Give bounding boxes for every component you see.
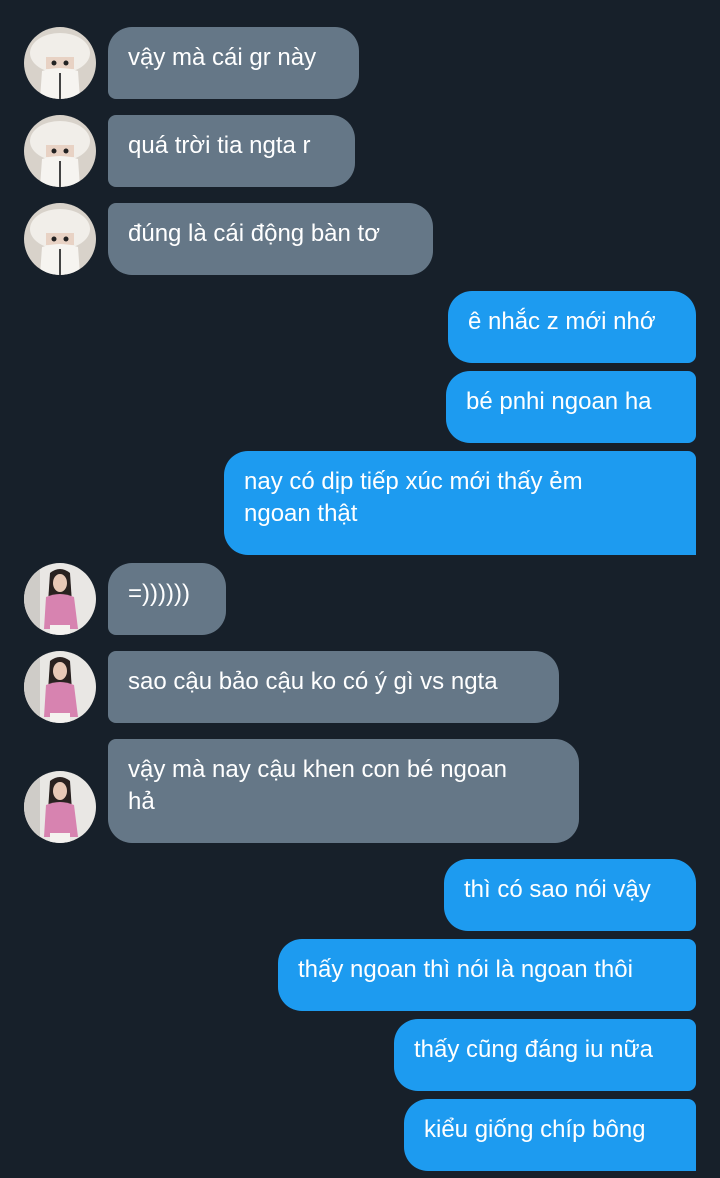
avatar-white-hat[interactable] bbox=[24, 27, 96, 99]
outgoing-message-bubble[interactable]: thấy ngoan thì nói là ngoan thôi bbox=[278, 939, 696, 1011]
pink-outfit-avatar-icon bbox=[24, 563, 96, 635]
avatar-pink-outfit[interactable] bbox=[24, 771, 96, 843]
incoming-message-bubble[interactable]: =)))))) bbox=[108, 563, 226, 635]
outgoing-message-bubble[interactable]: thấy cũng đáng iu nữa bbox=[394, 1019, 696, 1091]
avatar-white-hat[interactable] bbox=[24, 203, 96, 275]
outgoing-message-bubble[interactable]: ê nhắc z mới nhớ bbox=[448, 291, 696, 363]
incoming-message-bubble[interactable]: vậy mà cái gr này bbox=[108, 27, 359, 99]
outgoing-message-bubble[interactable]: nay có dịp tiếp xúc mới thấy ẻm ngoan th… bbox=[224, 451, 696, 555]
incoming-message-bubble[interactable]: sao cậu bảo cậu ko có ý gì vs ngta bbox=[108, 651, 559, 723]
avatar-pink-outfit[interactable] bbox=[24, 651, 96, 723]
white-hat-avatar-icon bbox=[24, 203, 96, 275]
avatar-white-hat[interactable] bbox=[24, 115, 96, 187]
incoming-message-bubble[interactable]: quá trời tia ngta r bbox=[108, 115, 355, 187]
avatar-pink-outfit[interactable] bbox=[24, 563, 96, 635]
pink-outfit-avatar-icon bbox=[24, 771, 96, 843]
incoming-message-bubble[interactable]: đúng là cái động bàn tơ bbox=[108, 203, 433, 275]
white-hat-avatar-icon bbox=[24, 115, 96, 187]
outgoing-message-bubble[interactable]: kiểu giống chíp bông bbox=[404, 1099, 696, 1171]
pink-outfit-avatar-icon bbox=[24, 651, 96, 723]
outgoing-message-bubble[interactable]: bé pnhi ngoan ha bbox=[446, 371, 696, 443]
outgoing-message-bubble[interactable]: thì có sao nói vậy bbox=[444, 859, 696, 931]
incoming-message-bubble[interactable]: vậy mà nay cậu khen con bé ngoan hả bbox=[108, 739, 579, 843]
white-hat-avatar-icon bbox=[24, 27, 96, 99]
